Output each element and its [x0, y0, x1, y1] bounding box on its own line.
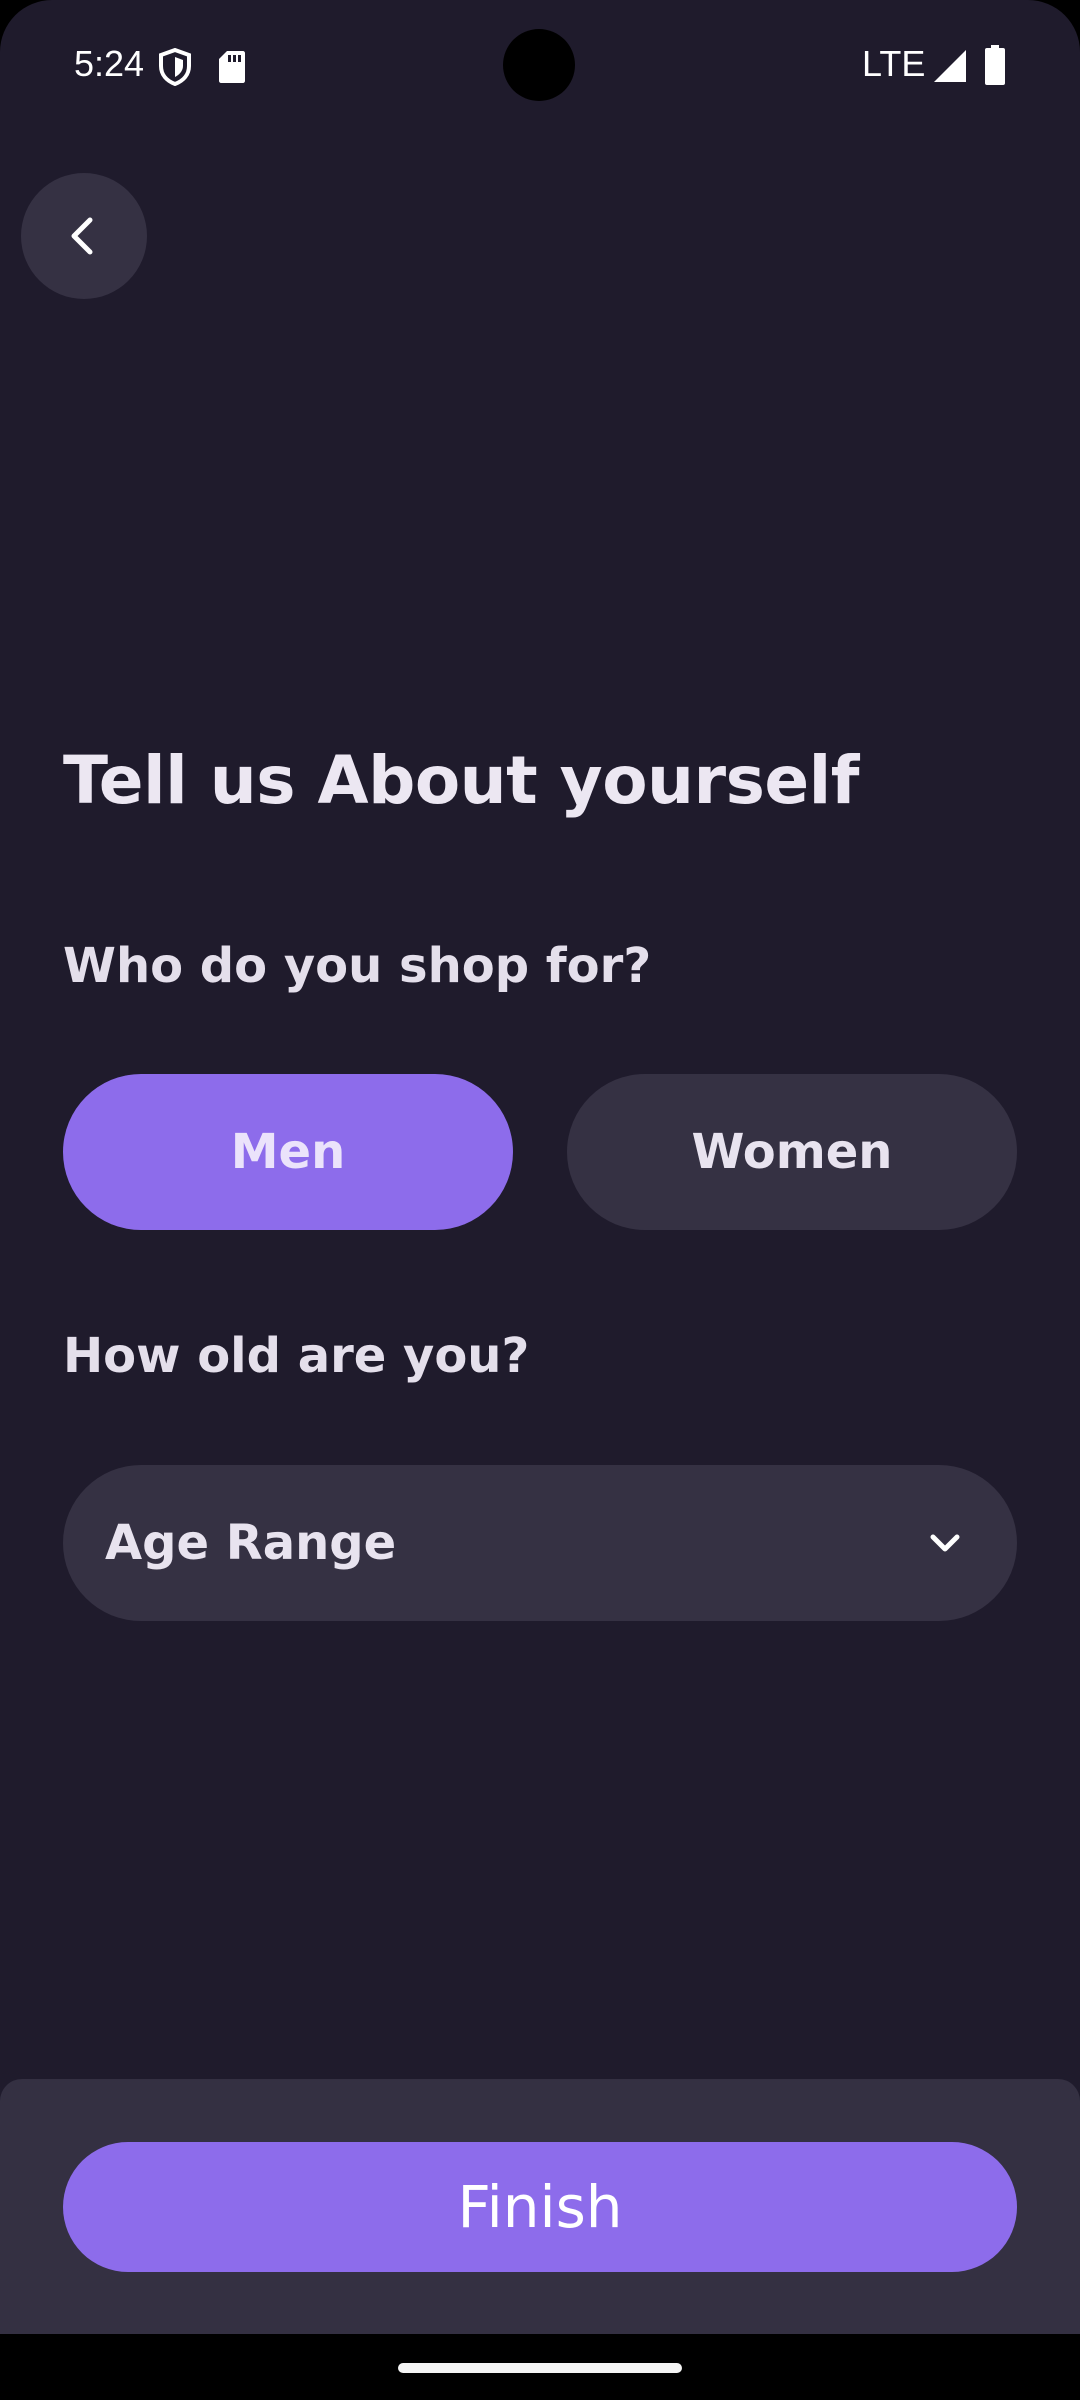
signal-icon: [934, 50, 966, 82]
shield-icon: [159, 48, 191, 86]
chevron-left-icon: [71, 217, 93, 255]
chevron-down-icon: [930, 1534, 960, 1552]
system-nav-bar: [0, 2334, 1080, 2400]
age-question: How old are you?: [63, 1328, 530, 1384]
battery-icon: [985, 45, 1005, 85]
back-button[interactable]: [21, 173, 147, 299]
men-option-button[interactable]: Men: [63, 1074, 513, 1230]
page-title: Tell us About yourself: [63, 742, 859, 819]
app-screen: 5:24 LTE Tell us About yourself Who do y…: [0, 0, 1080, 2334]
age-range-select[interactable]: Age Range: [63, 1465, 1017, 1621]
camera-cutout: [503, 29, 575, 101]
finish-button[interactable]: Finish: [63, 2142, 1017, 2272]
shop-for-question: Who do you shop for?: [63, 938, 652, 994]
home-indicator[interactable]: [398, 2363, 682, 2373]
sd-card-icon: [219, 51, 245, 83]
bottom-action-panel: Finish: [0, 2079, 1080, 2334]
age-range-value: Age Range: [105, 1515, 397, 1571]
women-option-button[interactable]: Women: [567, 1074, 1017, 1230]
status-bar: 5:24 LTE: [0, 0, 1080, 132]
network-type: LTE: [862, 43, 926, 84]
status-time: 5:24: [74, 43, 145, 84]
